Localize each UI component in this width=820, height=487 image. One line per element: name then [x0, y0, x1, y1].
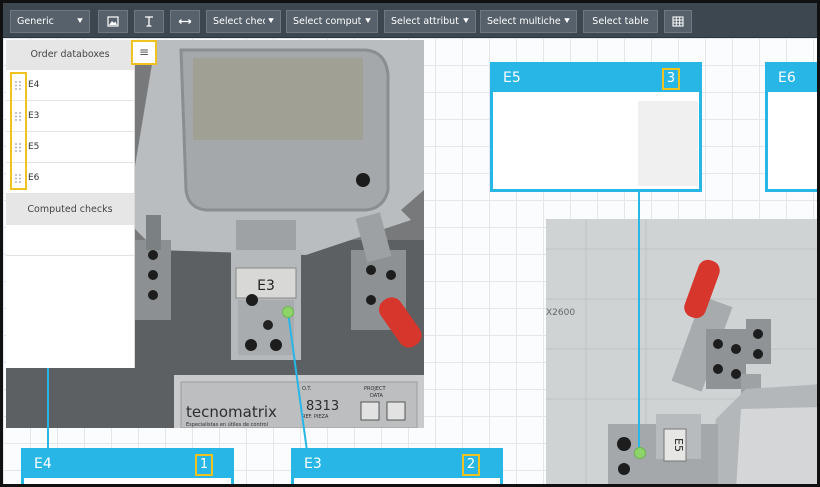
text-button[interactable]	[134, 10, 164, 33]
databox-header: E6	[768, 65, 817, 92]
text-cursor-icon	[145, 16, 153, 27]
chevron-down-icon: ⯆	[364, 16, 372, 27]
list-item-label: E6	[28, 173, 40, 183]
table-button[interactable]	[664, 10, 692, 33]
photo1-plate-label: E3	[257, 278, 275, 294]
select-multicheck-dropdown[interactable]: Select multicheck ⯆	[480, 10, 577, 33]
databox-card-e6[interactable]: E6	[765, 62, 817, 192]
list-item-label: E4	[28, 80, 40, 90]
toolbar: Generic ⯆ Select checl ⯆ Select compute …	[3, 3, 817, 38]
fixture-photo-e5: X2600 E5	[546, 219, 817, 484]
databox-card-e4[interactable]: E4 1	[21, 448, 234, 484]
databox-header: E5 3	[493, 65, 699, 92]
hamburger-icon: ≡	[138, 45, 150, 59]
select-multicheck-label: Select multicheck	[487, 16, 561, 27]
app-frame: E3 tecnomatrix Especialistas en útiles d…	[0, 0, 820, 487]
image-button[interactable]	[98, 10, 128, 33]
fixture-photo-e5-drawing: X2600 E5	[546, 219, 817, 484]
list-item-label: E3	[28, 111, 40, 121]
select-attributes-label: Select attribute	[391, 16, 459, 27]
photo1-number: 8313	[306, 399, 339, 414]
select-checks-dropdown[interactable]: Select checl ⯆	[206, 10, 281, 33]
databox-value-area	[638, 101, 698, 186]
photo1-brand: tecnomatrix	[186, 403, 277, 421]
databox-label: E3	[304, 456, 322, 472]
photo2-marking: X2600	[546, 308, 575, 318]
mode-select-value: Generic	[17, 16, 54, 27]
photo1-small-data: DATA	[370, 393, 383, 399]
list-item-label: E5	[28, 142, 40, 152]
chevron-down-icon: ⯆	[267, 16, 275, 27]
databox-header: E4 1	[24, 451, 231, 478]
order-databoxes-header: Order databoxes	[6, 40, 134, 70]
anchor-dot-e5[interactable]	[634, 447, 646, 459]
select-attributes-dropdown[interactable]: Select attribute ⯆	[384, 10, 476, 33]
databox-card-e5[interactable]: E5 3	[490, 62, 702, 192]
photo1-small-project: PROJECT	[364, 386, 387, 392]
databox-order-number: 3	[662, 68, 680, 90]
computed-checks-header: Computed checks	[6, 194, 134, 225]
chevron-down-icon: ⯆	[462, 16, 470, 27]
select-table-label: Select table	[592, 16, 649, 27]
select-table-button[interactable]: Select table	[583, 10, 658, 33]
photo1-small-ot: O.T.	[302, 386, 312, 392]
databox-label: E6	[778, 70, 796, 86]
drag-handles-highlight	[10, 72, 27, 190]
databox-order-number: 1	[195, 454, 213, 476]
databox-card-e3[interactable]: E3 2	[291, 448, 503, 484]
databox-label: E5	[503, 70, 521, 86]
photo2-plate-label: E5	[672, 438, 685, 452]
panel-menu-button[interactable]: ≡	[131, 40, 157, 65]
computed-checks-empty-row	[6, 225, 134, 256]
grid-table-icon	[672, 16, 684, 27]
databox-order-number: 2	[462, 454, 480, 476]
mode-select[interactable]: Generic ⯆	[10, 10, 90, 33]
image-icon	[107, 16, 119, 27]
select-computed-dropdown[interactable]: Select compute ⯆	[286, 10, 378, 33]
anchor-dot-e3[interactable]	[282, 306, 294, 318]
select-checks-label: Select checl	[213, 16, 265, 27]
photo1-brand-sub: Especialistas en útiles de control	[186, 421, 268, 428]
databox-label: E4	[34, 456, 52, 472]
chevron-down-icon: ⯆	[563, 16, 571, 27]
select-computed-label: Select compute	[293, 16, 361, 27]
photo1-small-ref: REF. PIEZA	[302, 414, 329, 420]
horizontal-arrows-icon	[178, 19, 192, 24]
databox-header: E3 2	[294, 451, 500, 478]
resize-button[interactable]	[170, 10, 200, 33]
chevron-down-icon: ⯆	[76, 16, 84, 27]
